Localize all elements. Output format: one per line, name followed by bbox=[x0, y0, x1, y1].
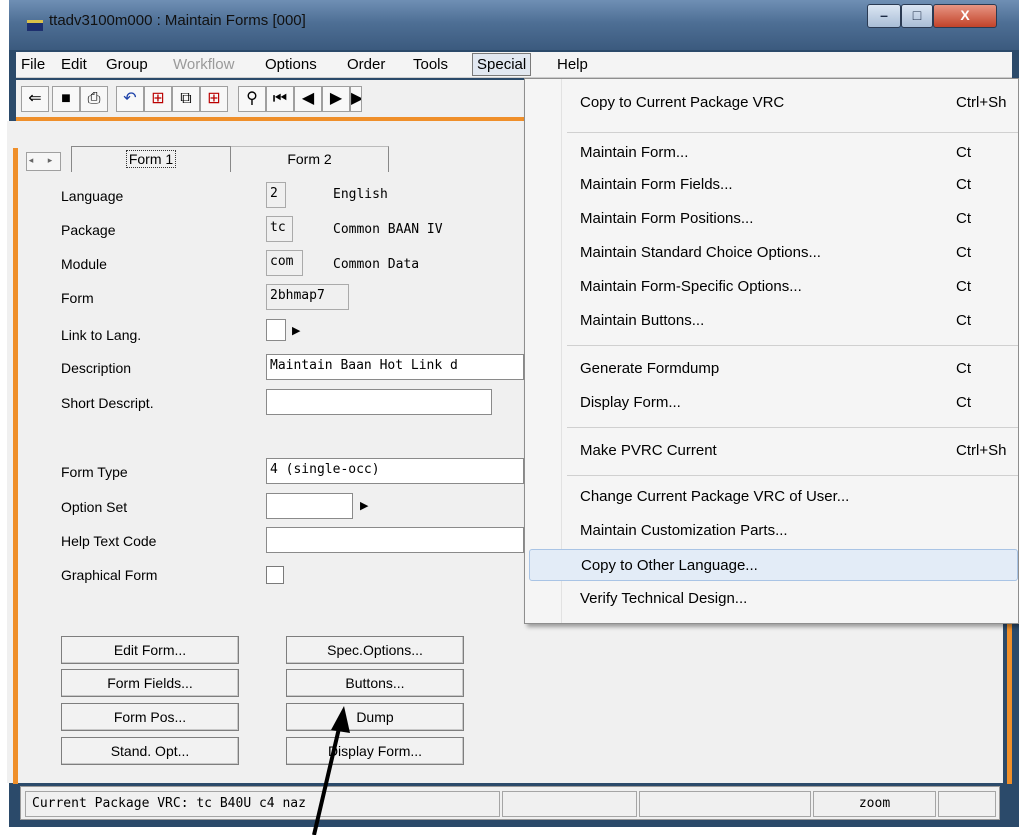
menu-item-maintain-form-specific[interactable]: Maintain Form-Specific Options... Ct bbox=[529, 271, 1018, 303]
menu-item-display-form[interactable]: Display Form... Ct bbox=[529, 387, 1018, 419]
menu-item-generate-formdump[interactable]: Generate Formdump Ct bbox=[529, 353, 1018, 385]
menu-item-maintain-standard-choice[interactable]: Maintain Standard Choice Options... Ct bbox=[529, 237, 1018, 269]
menu-item-maintain-form-positions[interactable]: Maintain Form Positions... Ct bbox=[529, 203, 1018, 235]
menu-item-maintain-form-fields[interactable]: Maintain Form Fields... Ct bbox=[529, 169, 1018, 201]
menu-item-change-package-vrc[interactable]: Change Current Package VRC of User... bbox=[529, 481, 1018, 513]
menu-item-make-pvrc-current[interactable]: Make PVRC Current Ctrl+Sh bbox=[529, 435, 1018, 467]
menu-item-maintain-customization[interactable]: Maintain Customization Parts... bbox=[529, 515, 1018, 547]
menu-item-copy-to-current-vrc[interactable]: Copy to Current Package VRC Ctrl+Sh bbox=[529, 87, 1018, 119]
menu-separator bbox=[567, 132, 1018, 133]
menu-separator bbox=[567, 475, 1018, 476]
special-menu-dropdown: Copy to Current Package VRC Ctrl+Sh Maint… bbox=[524, 78, 1019, 624]
menu-item-maintain-buttons[interactable]: Maintain Buttons... Ct bbox=[529, 305, 1018, 337]
menu-separator bbox=[567, 427, 1018, 428]
menu-item-maintain-form[interactable]: Maintain Form... Ct bbox=[529, 137, 1018, 169]
menu-item-verify-technical-design[interactable]: Verify Technical Design... bbox=[529, 583, 1018, 615]
menu-item-copy-to-other-language[interactable]: Copy to Other Language... bbox=[529, 549, 1018, 581]
menu-separator bbox=[567, 345, 1018, 346]
